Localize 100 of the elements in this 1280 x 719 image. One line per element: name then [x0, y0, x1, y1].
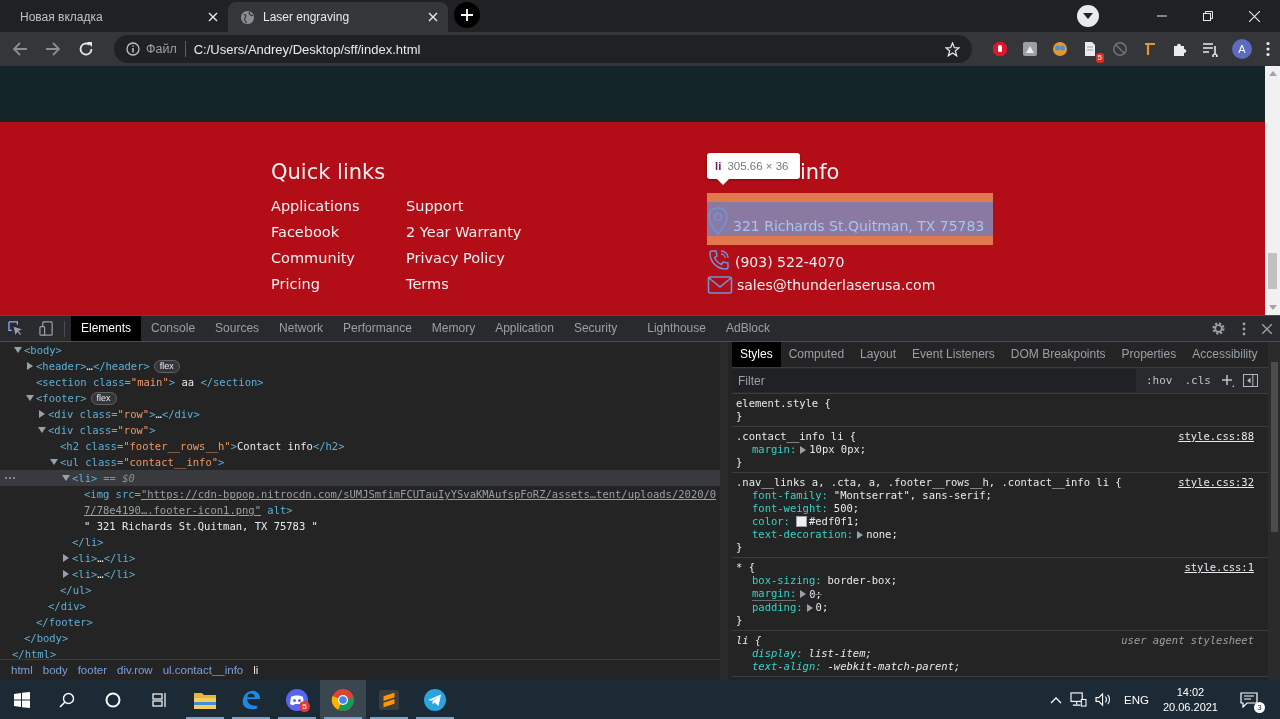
sidebar-tab[interactable]: DOM Breakpoints	[1002, 342, 1114, 367]
tree-toggle-icon[interactable]	[50, 458, 58, 466]
tree-toggle-icon[interactable]	[62, 570, 70, 578]
footer-link[interactable]: Terms	[406, 275, 522, 294]
devtools-tab[interactable]: Console	[141, 316, 206, 341]
speaker-icon[interactable]	[1095, 692, 1112, 707]
footer-link[interactable]: Community	[271, 249, 406, 268]
footer-link[interactable]: 2 Year Warranty	[406, 223, 522, 242]
devtools-tab[interactable]: Security	[563, 316, 628, 341]
dom-row[interactable]: <div class="row">…</div>	[0, 406, 720, 422]
devtools-tab[interactable]: Memory	[421, 316, 486, 341]
sidebar-tab[interactable]: Properties	[1113, 342, 1185, 367]
breadcrumb[interactable]: li	[248, 664, 264, 676]
breadcrumb[interactable]: footer	[72, 664, 113, 676]
dom-row[interactable]: <section class="main"> aa </section>	[0, 374, 720, 390]
scrollbar[interactable]	[1265, 66, 1280, 315]
sidebar-tab[interactable]: Accessibility	[1184, 342, 1266, 367]
breadcrumb[interactable]: body	[37, 664, 73, 676]
footer-link[interactable]: Pricing	[271, 275, 406, 294]
sidebar-tab[interactable]: Layout	[852, 342, 905, 367]
sidebar-tab[interactable]: Event Listeners	[904, 342, 1003, 367]
browser-tab[interactable]: Новая вкладка	[8, 2, 228, 32]
layout-badge[interactable]: flex	[90, 392, 117, 405]
plus-icon[interactable]	[1221, 373, 1235, 388]
footer-link[interactable]: Applications	[271, 197, 406, 216]
hover-state-button[interactable]: :hov	[1144, 374, 1175, 387]
device-toolbar-icon[interactable]	[39, 321, 54, 336]
dom-row[interactable]: <div class="row">	[0, 422, 720, 438]
breadcrumb[interactable]: ul.contact__info	[157, 664, 249, 676]
tree-toggle-icon[interactable]	[62, 554, 70, 562]
sidebar-tab[interactable]: Computed	[780, 342, 853, 367]
taskbar-app[interactable]: 5	[274, 680, 320, 719]
color-swatch[interactable]	[795, 516, 807, 527]
expand-icon[interactable]	[800, 590, 807, 598]
tab-search-button[interactable]	[1077, 5, 1099, 27]
settings-icon[interactable]	[1211, 321, 1226, 336]
clock-date[interactable]: 20.06.2021	[1162, 699, 1218, 715]
devtools-tab[interactable]: Application	[485, 316, 564, 341]
more-icon[interactable]	[4, 476, 16, 480]
scroll-thumb[interactable]	[1268, 252, 1277, 289]
kebab-menu-icon[interactable]	[1242, 321, 1246, 336]
inspect-cursor-icon[interactable]	[8, 321, 23, 336]
hook-icon[interactable]	[1142, 41, 1158, 57]
tree-toggle-icon[interactable]	[38, 410, 46, 418]
expand-icon[interactable]	[800, 445, 807, 454]
owl-icon[interactable]	[1052, 41, 1068, 57]
puzzle-icon[interactable]	[1172, 41, 1188, 57]
new-tab-button[interactable]	[454, 2, 480, 28]
tree-toggle-icon[interactable]	[38, 426, 46, 434]
star-icon[interactable]	[945, 41, 960, 57]
blocked-icon[interactable]	[1112, 41, 1128, 57]
profile-avatar[interactable]: A	[1232, 39, 1252, 59]
restore-icon[interactable]	[1203, 11, 1213, 21]
devtools-tab[interactable]: Sources	[205, 316, 270, 341]
devtools-tab[interactable]: Network	[269, 316, 334, 341]
back-arrow-icon[interactable]	[12, 41, 28, 57]
devtools-tab[interactable]: Lighthouse	[637, 316, 716, 341]
sidebar-tab[interactable]: Styles	[732, 342, 781, 367]
clock-time[interactable]: 14:02	[1176, 684, 1205, 700]
scroll-thumb[interactable]	[1270, 362, 1278, 532]
source-link[interactable]: style.css:32	[1178, 476, 1254, 489]
info-icon[interactable]	[126, 42, 140, 56]
dom-row[interactable]: <header>…</header> flex	[0, 358, 720, 374]
playlist-icon[interactable]	[1202, 41, 1218, 57]
sidebar-toggle-icon[interactable]	[1243, 374, 1258, 387]
devtools-tab[interactable]: Elements	[71, 316, 142, 341]
stop-sign-icon[interactable]	[992, 41, 1008, 57]
tree-toggle-icon[interactable]	[14, 346, 22, 354]
language-indicator[interactable]: ENG	[1124, 693, 1149, 706]
source-link[interactable]: style.css:1	[1184, 561, 1254, 574]
tile-icon[interactable]	[1022, 41, 1038, 57]
dom-row[interactable]: <footer> flex	[0, 390, 720, 406]
browser-tab[interactable]: Laser engraving	[228, 2, 448, 32]
speech-bubble-icon[interactable]	[1240, 691, 1258, 708]
close-icon[interactable]	[1262, 323, 1272, 334]
dom-row[interactable]: <li>…</li>	[0, 550, 720, 566]
breadcrumb[interactable]: div.row	[112, 664, 158, 676]
class-toggle-button[interactable]: .cls	[1182, 374, 1213, 387]
dom-row[interactable]: <h2 class="footer__rows__h">Contact info</h2>	[0, 438, 720, 454]
address-bar[interactable]: Файл C:/Users/Andrey/Desktop/sff/index.html	[114, 35, 972, 63]
dom-row[interactable]: <li>…</li>	[0, 566, 720, 582]
scrollbar[interactable]	[1268, 342, 1280, 680]
footer-link[interactable]: Facebook	[271, 223, 406, 242]
breadcrumb[interactable]: html	[6, 664, 38, 676]
reload-icon[interactable]	[78, 41, 94, 57]
chevron-up-icon[interactable]	[1050, 695, 1062, 704]
footer-link[interactable]: Support	[406, 197, 522, 216]
dom-row[interactable]: <body>	[0, 342, 720, 358]
expand-icon[interactable]	[857, 530, 864, 539]
kebab-menu-icon[interactable]	[1266, 41, 1270, 57]
devtools-tab[interactable]: Performance	[333, 316, 422, 341]
tree-toggle-icon[interactable]	[26, 394, 34, 402]
tree-toggle-icon[interactable]	[62, 474, 70, 482]
dom-row[interactable]: <ul class="contact__info">	[0, 454, 720, 470]
filter-field[interactable]: Filter	[732, 369, 1136, 392]
forward-arrow-icon[interactable]	[45, 41, 61, 57]
document-icon[interactable]	[1082, 41, 1098, 57]
layout-badge[interactable]: flex	[153, 360, 180, 373]
devtools-tab[interactable]: AdBlock	[715, 316, 780, 341]
source-link[interactable]: style.css:88	[1178, 430, 1254, 443]
